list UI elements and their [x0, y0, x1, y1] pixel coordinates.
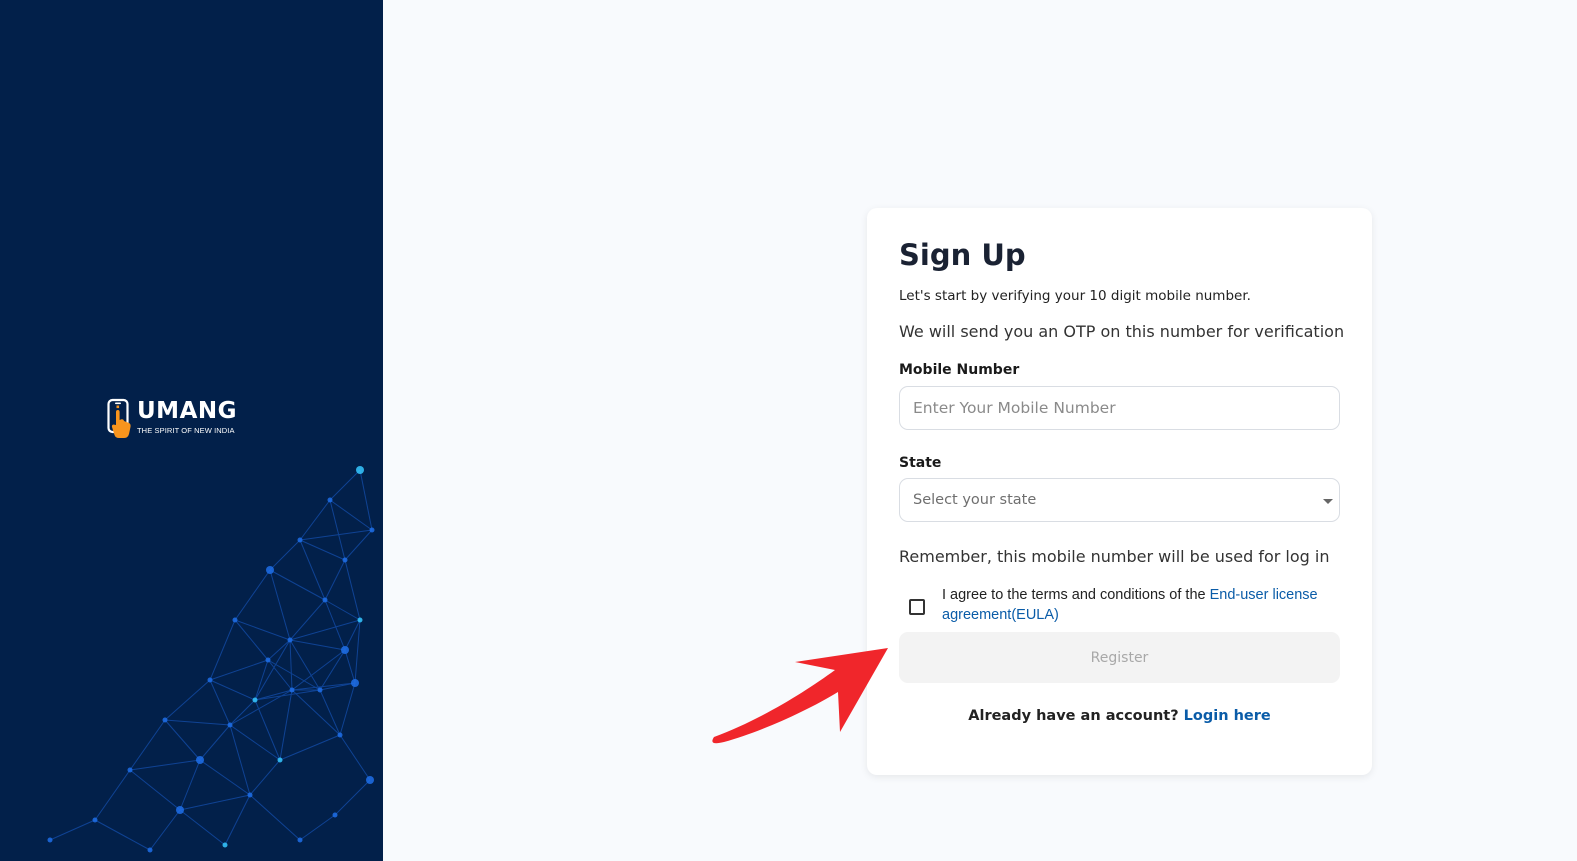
otp-info-text: We will send you an OTP on this number f…: [899, 322, 1345, 341]
terms-checkbox[interactable]: [909, 599, 925, 615]
register-button[interactable]: Register: [899, 632, 1340, 683]
page-title: Sign Up: [899, 238, 1026, 272]
signup-card: Sign Up Let's start by verifying your 10…: [867, 208, 1372, 775]
dropdown-caret-icon: [1323, 499, 1333, 504]
login-prompt-row: Already have an account? Login here: [867, 708, 1372, 724]
brand-tagline: THE SPIRIT OF NEW INDIA: [137, 426, 235, 435]
mobile-number-label: Mobile Number: [899, 362, 1020, 378]
state-select-value: Select your state: [913, 492, 1037, 508]
red-arrow-annotation: [712, 648, 888, 744]
mobile-number-input[interactable]: [899, 386, 1340, 430]
signup-subtitle: Let's start by verifying your 10 digit m…: [899, 288, 1251, 304]
login-reminder-text: Remember, this mobile number will be use…: [899, 547, 1330, 566]
umang-logo: UMANG THE SPIRIT OF NEW INDIA: [107, 398, 237, 440]
brand-panel: UMANG THE SPIRIT OF NEW INDIA: [0, 0, 383, 861]
login-here-link[interactable]: Login here: [1184, 708, 1271, 724]
state-label: State: [899, 455, 942, 471]
login-prompt-text: Already have an account?: [968, 708, 1184, 724]
terms-text: I agree to the terms and conditions of t…: [942, 587, 1210, 603]
phone-touch-icon: [107, 398, 131, 438]
brand-name: UMANG: [137, 398, 237, 424]
terms-agreement-text: I agree to the terms and conditions of t…: [942, 585, 1337, 625]
state-select[interactable]: Select your state: [899, 478, 1340, 522]
